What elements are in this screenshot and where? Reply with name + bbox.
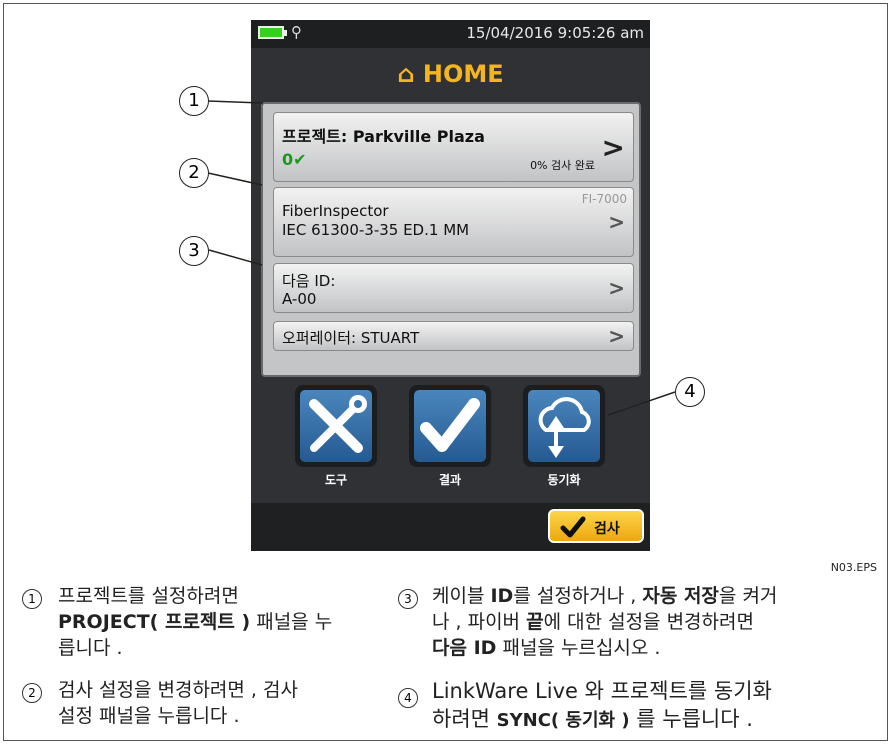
battery-icon: [258, 26, 284, 39]
cloud-sync-icon: [538, 397, 591, 458]
project-panel[interactable]: 프로젝트: Parkville Plaza 0✔ 0% 검사 완료 >: [273, 112, 634, 182]
battery-tip: [284, 30, 287, 36]
caption-4: LinkWare Live 와 프로젝트를 동기화 하려면 SYNC( 동기화 …: [432, 679, 772, 731]
wrench-screwdriver-icon: [309, 395, 367, 453]
test-label: 검사: [594, 521, 620, 537]
status-datetime: 15/04/2016 9:05:26 am: [466, 24, 644, 42]
location-pin-icon: ⚲: [291, 23, 302, 41]
tester-screen: ⚲ 15/04/2016 9:05:26 am ⌂ HOME 프로젝트: Par…: [251, 20, 650, 551]
caption-4-number: 4: [398, 688, 418, 708]
caption-1: 프로젝트를 설정하려면 PROJECT( 프로젝트 ) 패널을 누 릅니다 .: [58, 585, 333, 659]
chevron-right-icon: >: [608, 276, 625, 300]
test-limit: IEC 61300-3-35 ED.1 MM: [282, 221, 470, 239]
next-id-panel[interactable]: 다음 ID: A-00 >: [273, 263, 634, 313]
caption-3-number: 3: [398, 589, 418, 609]
figure-id: N03.EPS: [830, 561, 877, 574]
next-id-value: A-00: [282, 290, 317, 308]
project-title: 프로젝트: Parkville Plaza: [282, 127, 485, 146]
caption-3: 케이블 ID를 설정하거나 , 자동 저장을 켜거 나 , 파이버 끝에 대한 …: [432, 585, 778, 659]
callout-3: 3: [179, 236, 209, 266]
chevron-right-icon: >: [608, 324, 625, 348]
caption-1-number: 1: [22, 589, 42, 609]
home-header: ⌂ HOME: [251, 48, 650, 100]
tools-button[interactable]: [295, 385, 377, 467]
chevron-right-icon: >: [601, 131, 625, 164]
sync-button[interactable]: [523, 385, 605, 467]
checkmark-icon: [560, 516, 586, 538]
caption-2-number: 2: [22, 683, 42, 703]
test-setup-panel[interactable]: FI-7000 FiberInspector IEC 61300-3-35 ED…: [273, 187, 634, 257]
operator-panel[interactable]: 오퍼레이터: STUART >: [273, 321, 634, 351]
caption-2: 검사 설정을 변경하려면 , 검사 설정 패널을 누릅니다 .: [58, 679, 298, 727]
operator-label: 오퍼레이터: STUART: [282, 329, 420, 347]
checkmark-icon: [420, 398, 480, 452]
callout-2: 2: [179, 158, 209, 188]
test-name: FiberInspector: [282, 202, 389, 220]
callout-1: 1: [179, 86, 209, 116]
page-title: HOME: [422, 60, 504, 88]
project-percent: 0% 검사 완료: [530, 159, 595, 172]
status-bar: ⚲ 15/04/2016 9:05:26 am: [251, 20, 650, 48]
next-id-label: 다음 ID:: [282, 272, 336, 290]
chevron-right-icon: >: [608, 210, 625, 234]
test-button[interactable]: 검사: [548, 509, 644, 543]
results-tile: [414, 390, 486, 462]
project-count: 0✔: [282, 150, 307, 169]
tools-label: 도구: [324, 473, 348, 487]
setup-panels: 프로젝트: Parkville Plaza 0✔ 0% 검사 완료 > FI-7…: [261, 102, 641, 377]
callout-4: 4: [675, 377, 705, 407]
results-label: 결과: [438, 473, 462, 487]
tools-tile: [300, 390, 372, 462]
sync-tile: [528, 390, 600, 462]
sync-label: 동기화: [547, 473, 581, 487]
home-icon: ⌂: [397, 60, 415, 88]
results-button[interactable]: [409, 385, 491, 467]
model-tag: FI-7000: [581, 192, 627, 206]
bottom-bar: 검사: [251, 503, 650, 551]
